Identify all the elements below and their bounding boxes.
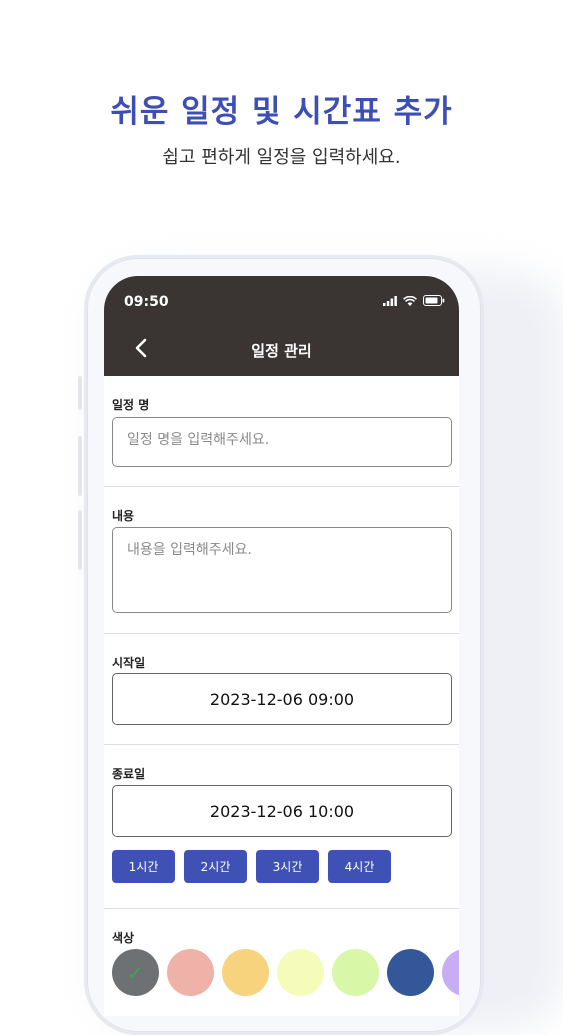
color-label: 색상 — [112, 931, 135, 945]
start-date-label: 시작일 — [112, 656, 146, 670]
status-icons — [383, 295, 445, 306]
content-textarea[interactable]: 내용을 입력해주세요. — [112, 527, 452, 613]
checkmark-icon: ✓ — [127, 960, 144, 985]
schedule-name-label: 일정 명 — [112, 398, 150, 412]
promo-subtitle: 쉽고 편하게 일정을 입력하세요. — [162, 147, 401, 168]
duration-2h-button[interactable]: 2시간 — [184, 850, 247, 883]
end-date-label: 종료일 — [112, 767, 146, 781]
start-date-field[interactable]: 2023-12-06 09:00 — [112, 673, 452, 725]
phone-side-button — [78, 436, 82, 496]
duration-4h-button[interactable]: 4시간 — [328, 850, 391, 883]
battery-icon — [423, 295, 445, 306]
color-swatch[interactable] — [277, 949, 324, 996]
divider — [104, 744, 459, 745]
color-swatch[interactable] — [387, 949, 434, 996]
app-screen: 09:50 일정 관리 일정 명 일정 명을 입력해주세요. 내용 내용을 입력… — [104, 276, 459, 1016]
divider — [104, 633, 459, 634]
color-swatch-group: ✓ — [112, 949, 459, 996]
color-swatch[interactable] — [332, 949, 379, 996]
duration-3h-button[interactable]: 3시간 — [256, 850, 319, 883]
cellular-signal-icon — [383, 295, 397, 306]
duration-chip-group: 1시간 2시간 3시간 4시간 — [112, 850, 391, 883]
color-swatch[interactable] — [442, 949, 459, 996]
divider — [104, 908, 459, 909]
phone-side-button — [78, 376, 82, 410]
page-title: 일정 관리 — [251, 342, 312, 360]
phone-side-button — [78, 510, 82, 570]
status-time: 09:50 — [124, 294, 169, 310]
wifi-icon — [403, 295, 417, 306]
color-swatch[interactable] — [222, 949, 269, 996]
app-bar: 09:50 일정 관리 — [104, 276, 459, 376]
end-date-field[interactable]: 2023-12-06 10:00 — [112, 785, 452, 837]
divider — [104, 486, 459, 487]
promo-title: 쉬운 일정 및 시간표 추가 — [110, 94, 453, 130]
duration-1h-button[interactable]: 1시간 — [112, 850, 175, 883]
color-swatch[interactable]: ✓ — [112, 949, 159, 996]
color-swatch[interactable] — [167, 949, 214, 996]
content-label: 내용 — [112, 509, 135, 523]
schedule-name-input[interactable]: 일정 명을 입력해주세요. — [112, 417, 452, 467]
